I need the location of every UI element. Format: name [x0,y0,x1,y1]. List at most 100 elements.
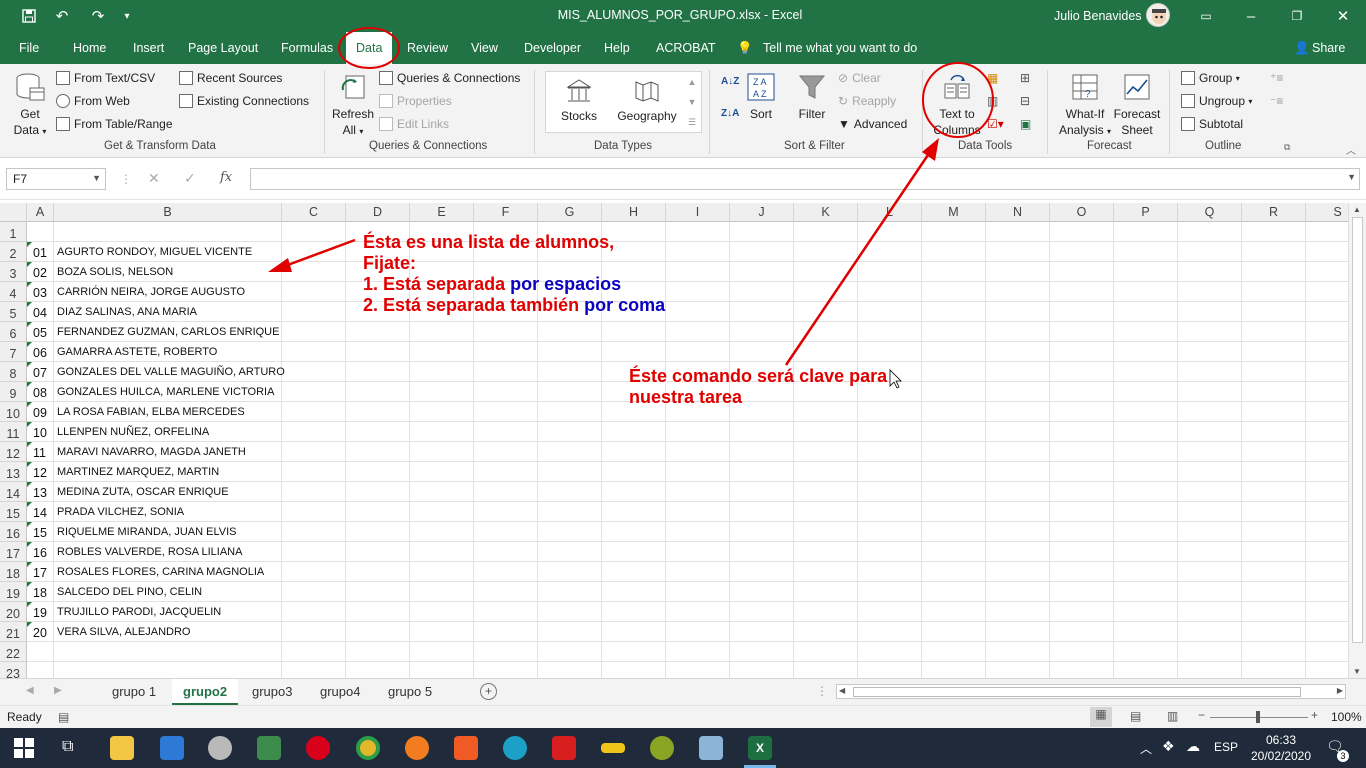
cell-a-number[interactable]: 20 [27,622,54,642]
dropbox-icon[interactable]: ❖ [1162,738,1175,755]
cell-b-student-name[interactable]: GONZALES DEL VALLE MAGUIÑO, ARTURO [57,362,285,382]
tab-review[interactable]: Review [407,32,448,64]
collapse-ribbon-icon[interactable]: ︿ [1346,142,1356,157]
column-header-s[interactable]: S [1306,203,1348,222]
language-indicator[interactable]: ESP [1214,740,1238,754]
tab-data[interactable]: Data [346,32,393,64]
app-red-icon[interactable] [552,736,576,760]
column-header-e[interactable]: E [410,203,474,222]
row-header-2[interactable]: 2 [0,242,27,262]
cell-a-number[interactable]: 09 [27,402,54,422]
tab-file[interactable]: File [19,32,39,64]
cell-b-student-name[interactable]: MARAVI NAVARRO, MAGDA JANETH [57,442,246,462]
row-header-12[interactable]: 12 [0,442,27,462]
cell-a-number[interactable]: 04 [27,302,54,322]
edge-icon[interactable] [503,736,527,760]
tab-insert[interactable]: Insert [133,32,164,64]
avatar[interactable] [1146,3,1170,27]
expand-formula-bar-icon[interactable]: ▼ [1347,172,1356,182]
column-header-h[interactable]: H [602,203,666,222]
zoom-level[interactable]: 100% [1331,710,1362,724]
zoom-in-icon[interactable]: + [1311,708,1318,722]
sort-ascending-icon[interactable]: A↓Z [721,76,739,87]
row-header-17[interactable]: 17 [0,542,27,562]
cell-b-student-name[interactable]: ROBLES VALVERDE, ROSA LILIANA [57,542,242,562]
cell-b-student-name[interactable]: LA ROSA FABIAN, ELBA MERCEDES [57,402,245,422]
cell-b-student-name[interactable]: BOZA SOLIS, NELSON [57,262,173,282]
cancel-icon[interactable]: ✕ [148,170,160,187]
cell-b-student-name[interactable]: LLENPEN NUÑEZ, ORFELINA [57,422,209,442]
row-header-3[interactable]: 3 [0,262,27,282]
refresh-all-button[interactable]: Refresh All ▾ [330,72,376,140]
remove-duplicates-icon[interactable]: ▥ [987,94,998,108]
filter-button[interactable]: Filter [794,72,830,122]
page-break-view-icon[interactable]: ▥ [1167,709,1178,723]
macro-record-icon[interactable]: ▤ [58,710,69,724]
column-header-g[interactable]: G [538,203,602,222]
reapply-button[interactable]: ↻ Reapply [838,94,896,108]
show-detail-icon[interactable]: ⁺≡ [1270,71,1283,85]
app-disc-icon[interactable] [208,736,232,760]
subtotal-button[interactable]: Subtotal [1181,117,1243,131]
sort-button[interactable]: Z A A Z Sort [744,72,778,122]
user-name[interactable]: Julio Benavides [1054,9,1142,23]
column-header-n[interactable]: N [986,203,1050,222]
vertical-scrollbar[interactable]: ▲ ▼ [1348,203,1366,678]
what-if-analysis-button[interactable]: ? What-If Analysis ▾ [1055,72,1115,140]
prev-sheet-icon[interactable]: ◀ [26,685,34,696]
column-header-k[interactable]: K [794,203,858,222]
cell-a-number[interactable]: 17 [27,562,54,582]
sheet-tab-grupo5[interactable]: grupo 5 [377,679,443,705]
forecast-sheet-button[interactable]: Forecast Sheet [1112,72,1162,138]
cell-a-number[interactable]: 01 [27,242,54,262]
app-book-icon[interactable] [699,736,723,760]
properties-button[interactable]: Properties [379,94,452,108]
column-header-p[interactable]: P [1114,203,1178,222]
from-table-range-button[interactable]: From Table/Range [56,117,173,131]
app-spiral-icon[interactable] [650,736,674,760]
row-header-23[interactable]: 23 [0,662,27,678]
cell-b-student-name[interactable]: ROSALES FLORES, CARINA MAGNOLIA [57,562,264,582]
column-header-l[interactable]: L [858,203,922,222]
normal-view-icon[interactable]: ▦ [1090,707,1112,727]
cell-a-number[interactable]: 11 [27,442,54,462]
ruler-icon[interactable] [601,743,625,753]
cell-a-number[interactable]: 07 [27,362,54,382]
save-icon[interactable] [18,0,40,32]
cell-b-student-name[interactable]: RIQUELME MIRANDA, JUAN ELVIS [57,522,237,542]
column-header-q[interactable]: Q [1178,203,1242,222]
add-sheet-icon[interactable]: + [480,683,497,700]
column-header-b[interactable]: B [54,203,282,222]
cell-a-number[interactable]: 08 [27,382,54,402]
get-data-button[interactable]: Get Data ▾ [8,72,52,140]
cell-a-number[interactable]: 18 [27,582,54,602]
clear-filter-button[interactable]: ⊘ Clear [838,71,881,85]
customize-quick-access-icon[interactable]: ▾ [118,0,136,32]
column-header-a[interactable]: A [27,203,54,222]
cell-a-number[interactable]: 13 [27,482,54,502]
task-view-icon[interactable]: ⧉ [62,738,73,756]
scroll-right-icon[interactable]: ▶ [1337,686,1343,695]
cell-b-student-name[interactable]: GONZALES HUILCA, MARLENE VICTORIA [57,382,274,402]
row-header-22[interactable]: 22 [0,642,27,662]
firefox-icon[interactable] [405,736,429,760]
column-header-j[interactable]: J [730,203,794,222]
cell-b-student-name[interactable]: TRUJILLO PARODI, JACQUELIN [57,602,221,622]
column-header-c[interactable]: C [282,203,346,222]
chrome-icon[interactable] [356,736,380,760]
cell-b-student-name[interactable]: MEDINA ZUTA, OSCAR ENRIQUE [57,482,229,502]
select-all-corner[interactable] [0,203,27,222]
cell-a-number[interactable]: 12 [27,462,54,482]
advanced-filter-button[interactable]: ▼ Advanced [838,117,907,131]
data-validation-icon[interactable]: ☑▾ [987,117,1004,131]
cell-a-number[interactable]: 14 [27,502,54,522]
minimize-icon[interactable]: – [1240,0,1262,32]
undo-icon[interactable]: ↶ [48,0,76,32]
insert-function-icon[interactable]: fx [220,170,232,185]
scroll-thumb[interactable] [1352,217,1363,643]
recent-sources-button[interactable]: Recent Sources [179,71,282,85]
tab-developer[interactable]: Developer [524,32,581,64]
sheet-tab-grupo4[interactable]: grupo4 [309,679,371,705]
tab-formulas[interactable]: Formulas [281,32,333,64]
relationships-icon[interactable]: ⊟ [1020,94,1030,108]
